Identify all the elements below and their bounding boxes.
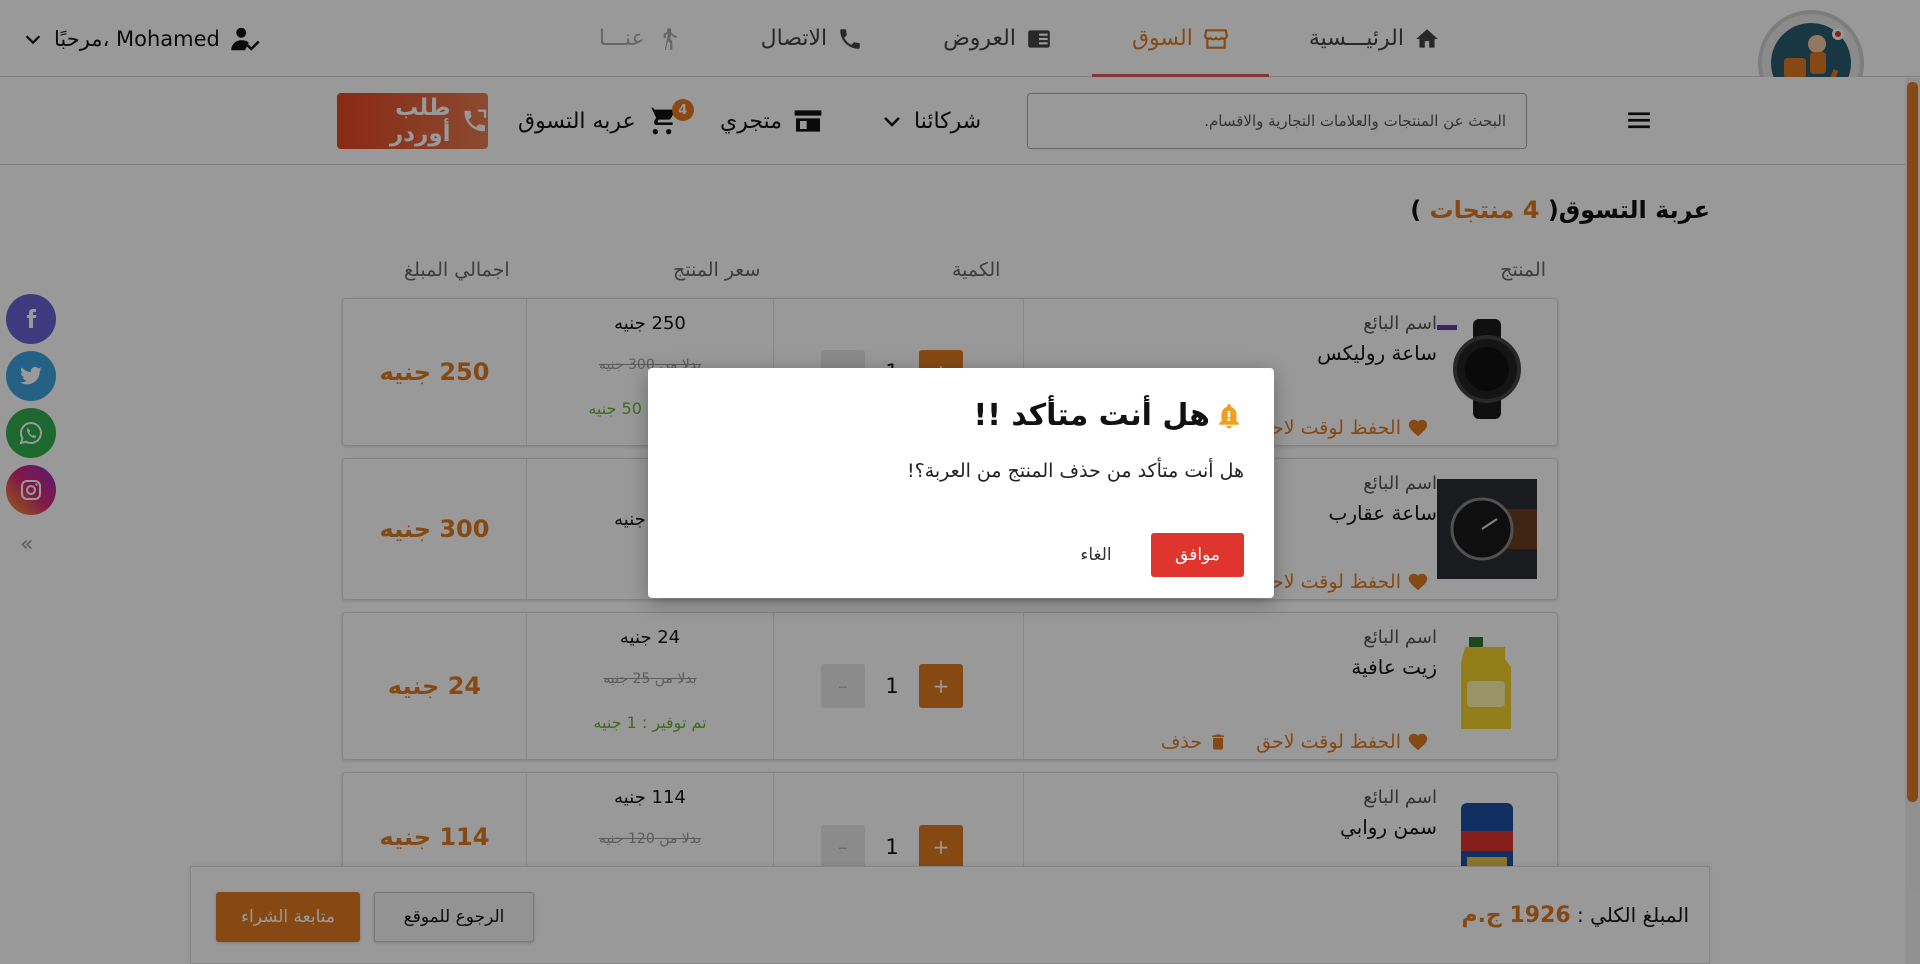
bell-alert-icon	[1219, 403, 1239, 428]
dialog-message: هل أنت متأكد من حذف المنتج من العربة؟!	[907, 460, 1244, 482]
dialog-title: هل أنت متأكد !!	[974, 398, 1244, 433]
dialog-title-text: هل أنت متأكد !!	[973, 398, 1210, 433]
cancel-button[interactable]: الغاء	[1066, 533, 1126, 577]
confirm-button[interactable]: موافق	[1151, 533, 1244, 577]
confirm-delete-dialog: هل أنت متأكد !! هل أنت متأكد من حذف المن…	[648, 368, 1274, 598]
